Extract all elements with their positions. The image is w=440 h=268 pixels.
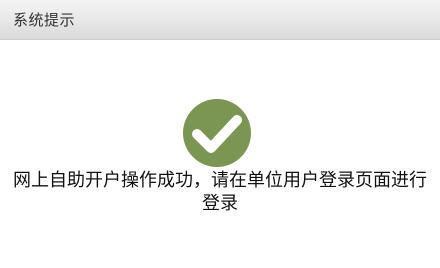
success-message-line-2: 登录 — [202, 193, 238, 214]
success-message-line-1: 网上自助开户操作成功，请在单位用户登录页面进行 — [13, 170, 427, 191]
success-message: 网上自助开户操作成功，请在单位用户登录页面进行 登录 — [0, 169, 440, 215]
system-prompt-dialog: 系统提示 网上自助开户操作成功，请在单位用户登录页面进行 登录 — [0, 0, 440, 268]
check-circle-icon — [183, 99, 251, 167]
dialog-title-bar: 系统提示 — [0, 0, 440, 40]
dialog-title: 系统提示 — [13, 11, 76, 29]
